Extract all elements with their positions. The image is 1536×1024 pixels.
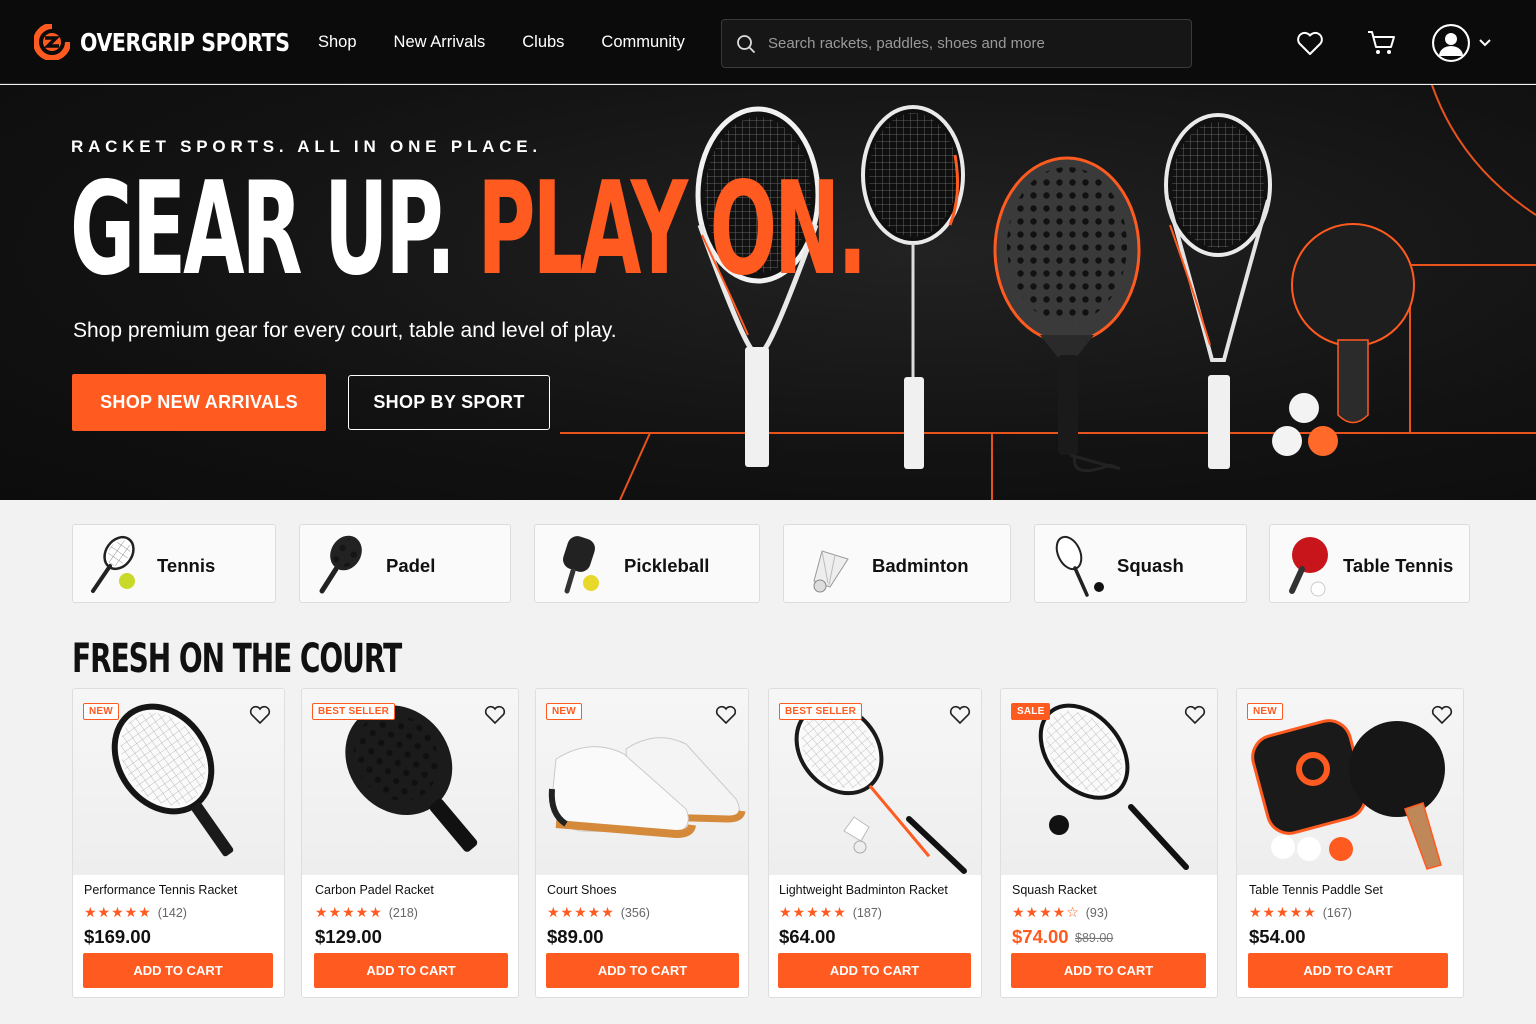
wishlist-heart-icon[interactable] <box>949 705 971 725</box>
main-nav: Shop New Arrivals Clubs Community <box>318 33 685 52</box>
star-rating: ★★★★★ <box>1249 904 1317 920</box>
table-tennis-paddle-icon <box>1289 537 1328 597</box>
hero-eyebrow: RACKET SPORTS. ALL IN ONE PLACE. <box>71 137 542 156</box>
product-price: $64.00 <box>779 926 836 947</box>
product-card-badminton-racket[interactable]: BEST SELLER Lightweight Badminton Racket… <box>768 688 982 998</box>
sport-tile-pickleball[interactable]: Pickleball <box>534 524 760 603</box>
wishlist-heart-icon[interactable] <box>484 705 506 725</box>
hero-banner: RACKET SPORTS. ALL IN ONE PLACE. GEAR UP… <box>0 85 1536 500</box>
star-rating: ★★★★★ <box>779 904 847 920</box>
sport-label-squash: Squash <box>1117 555 1184 576</box>
nav-clubs[interactable]: Clubs <box>522 33 564 52</box>
search-icon <box>737 34 755 53</box>
product-name[interactable]: Court Shoes <box>547 883 616 897</box>
product-name[interactable]: Performance Tennis Racket <box>84 883 237 897</box>
star-rating: ★★★★★ <box>84 904 152 920</box>
sport-label-table-tennis: Table Tennis <box>1343 555 1454 576</box>
search-bar[interactable] <box>721 19 1192 68</box>
sport-tile-table-tennis[interactable]: Table Tennis <box>1269 524 1470 603</box>
add-to-cart-button[interactable]: ADD TO CART <box>83 953 273 988</box>
add-to-cart-button[interactable]: ADD TO CART <box>1011 953 1206 988</box>
product-card-tennis-racket[interactable]: NEW Performance Tennis Racket ★★★★★ (142… <box>72 688 285 998</box>
product-sale-price: $74.00 <box>1012 926 1069 947</box>
review-count: (218) <box>388 905 418 920</box>
product-badge: NEW <box>83 703 119 720</box>
product-name[interactable]: Squash Racket <box>1012 883 1097 897</box>
product-rating: ★★★★☆ (93) <box>1012 904 1108 921</box>
product-price: $89.00 <box>547 926 604 947</box>
hero-subhead: Shop premium gear for every court, table… <box>73 319 617 342</box>
add-to-cart-button[interactable]: ADD TO CART <box>546 953 739 988</box>
product-badge: NEW <box>546 703 582 720</box>
product-name[interactable]: Table Tennis Paddle Set <box>1249 883 1383 897</box>
nav-community[interactable]: Community <box>601 33 684 52</box>
sport-label-pickleball: Pickleball <box>624 555 710 576</box>
product-badge: NEW <box>1247 703 1283 720</box>
review-count: (167) <box>1322 905 1352 920</box>
wishlist-heart-icon[interactable] <box>249 705 271 725</box>
sport-label-badminton: Badminton <box>872 555 969 576</box>
sport-label-padel: Padel <box>386 555 436 576</box>
nav-new-arrivals[interactable]: New Arrivals <box>394 33 486 52</box>
review-count: (187) <box>852 905 882 920</box>
review-count: (142) <box>157 905 187 920</box>
add-to-cart-button[interactable]: ADD TO CART <box>314 953 508 988</box>
heart-icon[interactable] <box>1296 30 1324 56</box>
product-badge: BEST SELLER <box>779 703 863 720</box>
sport-tile-padel[interactable]: Padel <box>299 524 511 603</box>
product-rating: ★★★★★ (142) <box>84 904 187 921</box>
tennis-racket-icon <box>91 535 135 593</box>
add-to-cart-button[interactable]: ADD TO CART <box>1248 953 1448 988</box>
shop-new-arrivals-button[interactable]: SHOP NEW ARRIVALS <box>72 374 326 431</box>
product-price: $54.00 <box>1249 926 1306 947</box>
product-card-table-tennis-set[interactable]: NEW Table Tennis Paddle Set ★★★★★ (167) … <box>1236 688 1464 998</box>
sport-tile-squash[interactable]: Squash <box>1034 524 1247 603</box>
product-rating: ★★★★★ (187) <box>779 904 882 921</box>
user-icon <box>1432 24 1470 62</box>
product-rating: ★★★★★ (167) <box>1249 904 1352 921</box>
top-navigation-bar: OVERGRIP SPORTS Shop New Arrivals Clubs … <box>0 0 1536 84</box>
product-name[interactable]: Carbon Padel Racket <box>315 883 434 897</box>
brand-name: OVERGRIP SPORTS <box>80 27 290 57</box>
sport-label-tennis: Tennis <box>157 555 216 576</box>
shuttlecock-icon <box>813 550 849 593</box>
review-count: (93) <box>1085 905 1108 920</box>
hero-headline: GEAR UP. PLAY ON. <box>70 162 867 297</box>
sport-tile-badminton[interactable]: Badminton <box>783 524 1011 603</box>
product-rating: ★★★★★ (356) <box>547 904 650 921</box>
wishlist-heart-icon[interactable] <box>1184 705 1206 725</box>
nav-shop[interactable]: Shop <box>318 33 357 52</box>
add-to-cart-button[interactable]: ADD TO CART <box>778 953 971 988</box>
star-rating: ★★★★★ <box>547 904 615 920</box>
product-price: $169.00 <box>84 926 151 947</box>
review-count: (356) <box>620 905 650 920</box>
product-card-padel-racket[interactable]: BEST SELLER Carbon Padel Racket ★★★★★ (2… <box>301 688 519 998</box>
product-price: $129.00 <box>315 926 382 947</box>
product-badge: BEST SELLER <box>312 703 396 720</box>
headline-orange: PLAY ON. <box>477 155 867 304</box>
section-title: FRESH ON THE COURT <box>72 636 402 682</box>
sport-tile-tennis[interactable]: Tennis <box>72 524 276 603</box>
wishlist-heart-icon[interactable] <box>715 705 737 725</box>
product-badge: SALE <box>1011 703 1051 720</box>
product-card-court-shoes[interactable]: NEW Court Shoes ★★★★★ (356) $89.00 ADD T… <box>535 688 749 998</box>
brand-logo[interactable]: OVERGRIP SPORTS <box>34 24 336 60</box>
chevron-down-icon <box>1479 39 1491 47</box>
cart-icon[interactable] <box>1367 30 1397 56</box>
star-rating: ★★★★★ <box>315 904 383 920</box>
headline-white: GEAR UP. <box>70 155 456 304</box>
account-menu[interactable] <box>1432 24 1492 62</box>
logo-icon <box>34 24 70 60</box>
padel-racket-icon <box>319 535 362 594</box>
product-original-price: $89.00 <box>1075 931 1114 945</box>
product-name[interactable]: Lightweight Badminton Racket <box>779 883 948 897</box>
wishlist-heart-icon[interactable] <box>1431 705 1453 725</box>
product-card-squash-racket[interactable]: SALE Squash Racket ★★★★☆ (93) $74.00 $89… <box>1000 688 1218 998</box>
search-input[interactable] <box>768 35 1168 52</box>
squash-racket-icon <box>1055 535 1104 597</box>
star-rating: ★★★★☆ <box>1012 904 1080 920</box>
pickleball-paddle-icon <box>563 536 599 594</box>
product-rating: ★★★★★ (218) <box>315 904 418 921</box>
shop-by-sport-button[interactable]: SHOP BY SPORT <box>348 375 550 430</box>
